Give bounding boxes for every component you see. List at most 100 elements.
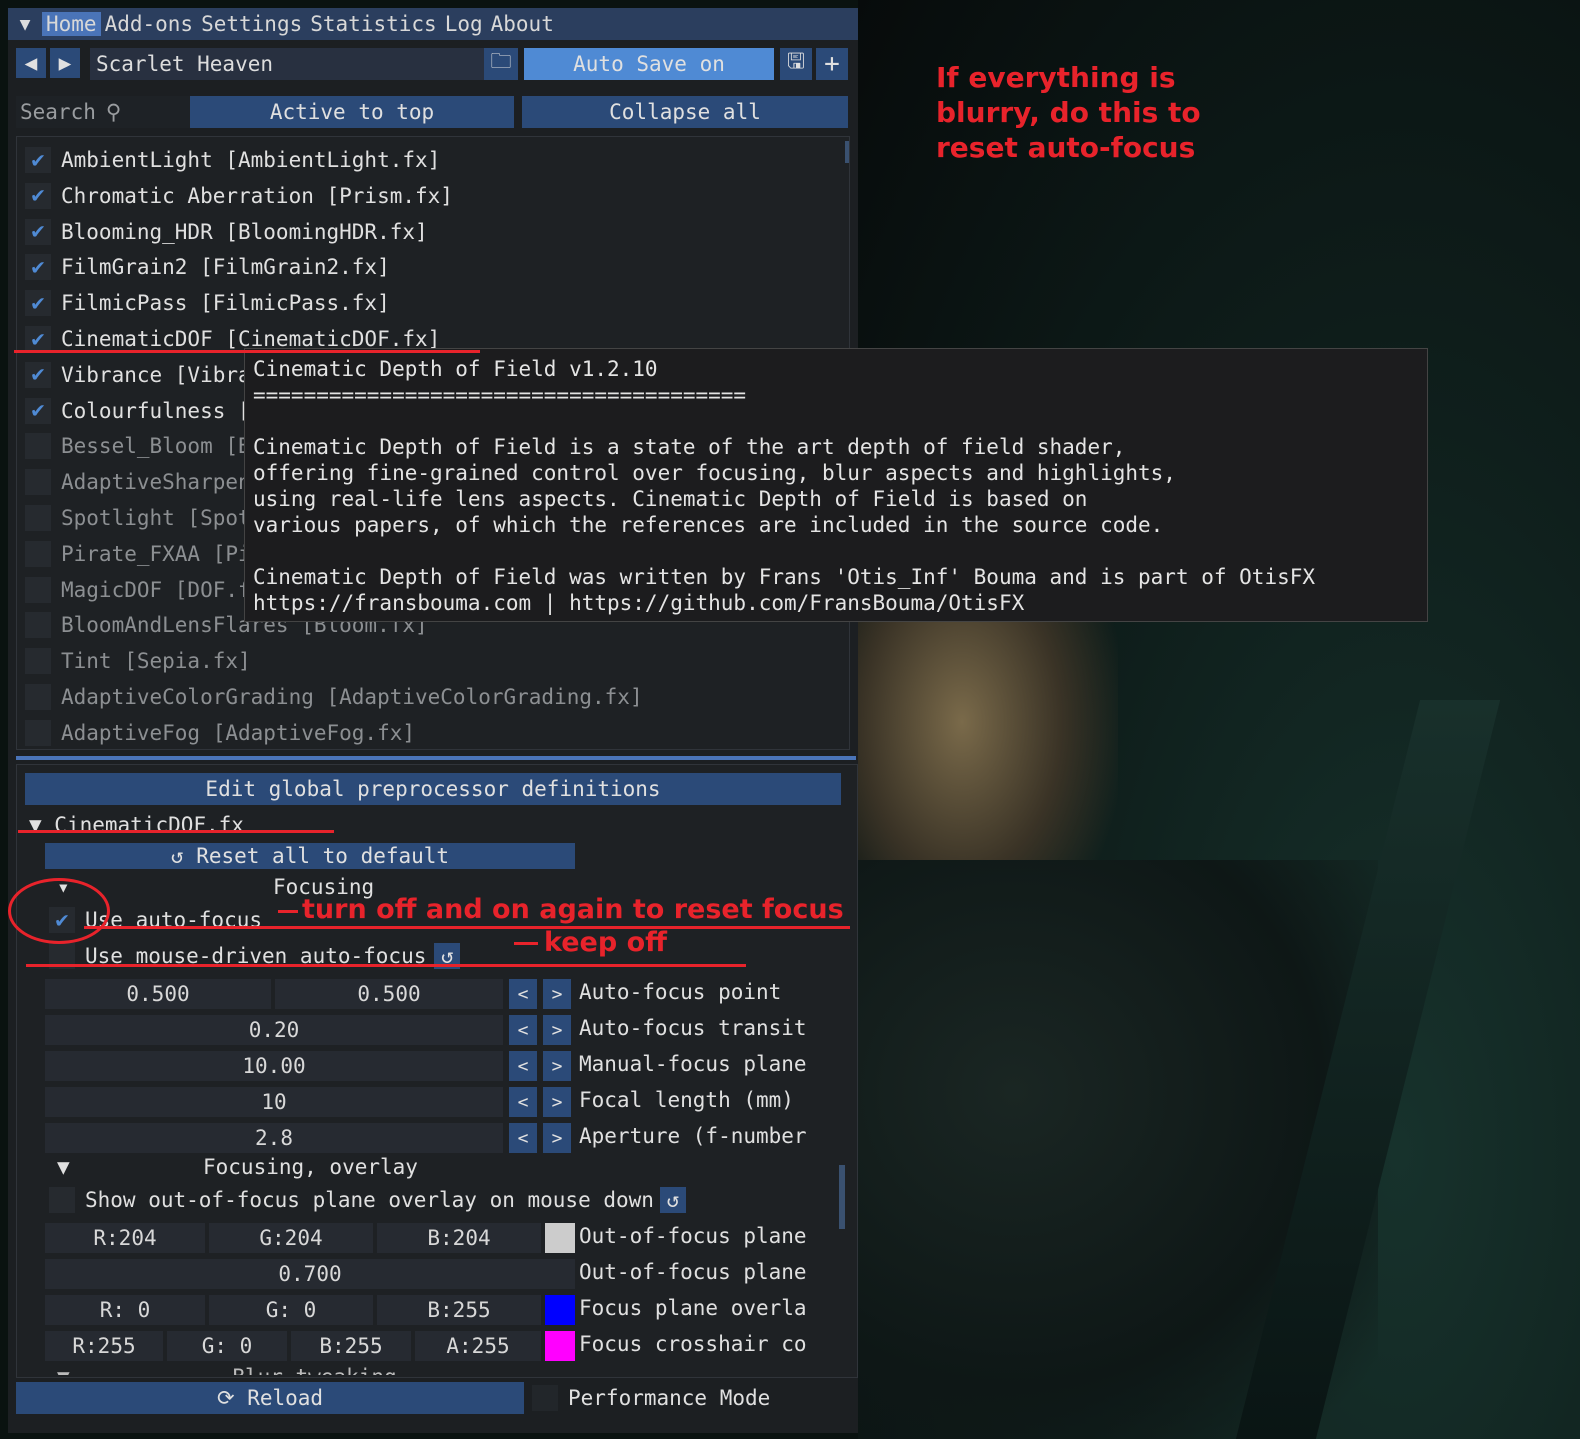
crosshair-color-a[interactable]: A:255 xyxy=(415,1331,541,1361)
edit-global-definitions-button[interactable]: Edit global preprocessor definitions xyxy=(25,773,841,805)
search-field[interactable]: Search ⚲ xyxy=(16,96,190,128)
show-overlay-label: Show out-of-focus plane overlay on mouse… xyxy=(85,1188,654,1212)
arrow-left-icon: ◀ xyxy=(24,51,38,75)
effect-row[interactable]: ✔ FilmicPass [FilmicPass.fx] xyxy=(25,288,390,318)
annotation-keep-off: keep off xyxy=(544,927,668,958)
autofocus-point-decrease[interactable]: < xyxy=(509,979,537,1009)
effect-row[interactable]: ✔ Chromatic Aberration [Prism.fx] xyxy=(25,181,453,211)
checkbox-empty-icon[interactable] xyxy=(25,684,51,710)
checkbox-empty-icon[interactable] xyxy=(25,576,51,603)
autofocus-transition-increase[interactable]: > xyxy=(543,1015,571,1045)
expand-triangle-icon: ▼ xyxy=(57,1155,70,1179)
focus-plane-color-b[interactable]: B:255 xyxy=(377,1295,541,1325)
checkmark-icon[interactable]: ✔ xyxy=(25,147,51,173)
reload-label: Reload xyxy=(247,1386,324,1410)
oof-color-g[interactable]: G:204 xyxy=(209,1223,373,1253)
add-preset-button[interactable]: + xyxy=(816,48,848,80)
focal-length-input[interactable]: 10 xyxy=(45,1087,503,1117)
oof-color-swatch[interactable] xyxy=(545,1223,575,1253)
parameters-scrollbar[interactable] xyxy=(839,1165,845,1229)
aperture-increase[interactable]: > xyxy=(543,1123,571,1153)
collapse-window-icon[interactable]: ▼ xyxy=(8,14,42,35)
active-to-top-button[interactable]: Active to top xyxy=(190,96,514,128)
oof-opacity-input[interactable]: 0.700 xyxy=(45,1259,575,1289)
reload-icon: ⟳ xyxy=(216,1386,248,1410)
aperture-decrease[interactable]: < xyxy=(509,1123,537,1153)
splitter[interactable] xyxy=(16,756,856,760)
aperture-input[interactable]: 2.8 xyxy=(45,1123,503,1153)
effect-row[interactable]: AdaptiveColorGrading [AdaptiveColorGradi… xyxy=(25,682,643,712)
checkbox-empty-icon[interactable] xyxy=(25,719,51,746)
next-preset-button[interactable]: ▶ xyxy=(50,48,80,78)
effect-list-scrollbar[interactable] xyxy=(845,141,849,163)
checkbox-empty-icon[interactable] xyxy=(25,469,51,496)
effect-row[interactable]: MagicDOF [DOF.fx] xyxy=(25,575,276,605)
open-preset-button[interactable]: 🗀 xyxy=(484,48,518,80)
crosshair-color-g[interactable]: G: 0 xyxy=(167,1331,287,1361)
effect-row[interactable]: AdaptiveFog [AdaptiveFog.fx] xyxy=(25,718,415,748)
tab-add-ons[interactable]: Add-ons xyxy=(101,12,198,36)
reset-all-label: Reset all to default xyxy=(196,844,450,868)
show-overlay-checkbox[interactable]: Show out-of-focus plane overlay on mouse… xyxy=(49,1187,686,1213)
checkmark-icon[interactable]: ✔ xyxy=(25,218,51,245)
checkmark-icon[interactable]: ✔ xyxy=(25,397,51,424)
save-preset-button[interactable]: 🖫 xyxy=(780,48,812,80)
checkmark-icon[interactable]: ✔ xyxy=(25,182,51,209)
manual-focus-plane-decrease[interactable]: < xyxy=(509,1051,537,1081)
tab-home[interactable]: Home xyxy=(42,12,101,36)
effect-section-header[interactable]: ▼ CinematicDOF.fx xyxy=(29,813,244,837)
prev-preset-button[interactable]: ◀ xyxy=(16,48,46,78)
reload-button[interactable]: ⟳ Reload xyxy=(16,1382,524,1414)
effect-row[interactable]: ✔ AmbientLight [AmbientLight.fx] xyxy=(25,145,440,175)
effect-row[interactable]: ✔ Blooming_HDR [BloomingHDR.fx] xyxy=(25,217,428,247)
focal-length-decrease[interactable]: < xyxy=(509,1087,537,1117)
aperture-label: Aperture (f-number xyxy=(579,1124,807,1148)
checkmark-icon[interactable]: ✔ xyxy=(25,254,51,281)
overlay-section[interactable]: ▼ xyxy=(57,1155,70,1179)
annotation-dash-mouse xyxy=(514,942,538,945)
crosshair-color-swatch[interactable] xyxy=(545,1331,575,1361)
checkmark-icon[interactable]: ✔ xyxy=(25,326,51,352)
tab-statistics[interactable]: Statistics xyxy=(306,12,440,36)
auto-save-button[interactable]: Auto Save on xyxy=(524,48,774,80)
crosshair-color-b[interactable]: B:255 xyxy=(291,1331,411,1361)
effect-row[interactable]: ✔ FilmGrain2 [FilmGrain2.fx] xyxy=(25,252,390,282)
checkmark-icon[interactable]: ✔ xyxy=(25,290,51,317)
annotation-underline-autofocus xyxy=(84,926,850,929)
autofocus-transition-decrease[interactable]: < xyxy=(509,1015,537,1045)
effect-row[interactable]: Tint [Sepia.fx] xyxy=(25,646,251,676)
preset-name-field[interactable]: Scarlet Heaven xyxy=(90,48,486,80)
manual-focus-plane-increase[interactable]: > xyxy=(543,1051,571,1081)
arrow-right-icon: ▶ xyxy=(58,51,72,75)
tooltip-line: using real-life lens aspects. Cinematic … xyxy=(253,487,1088,511)
blur-section[interactable]: ▼ Blur tweaking xyxy=(57,1365,397,1375)
reset-show-overlay-icon[interactable]: ↺ xyxy=(659,1187,686,1213)
checkbox-empty-icon[interactable] xyxy=(25,540,51,567)
checkmark-icon[interactable]: ✔ xyxy=(25,361,51,388)
manual-focus-plane-input[interactable]: 10.00 xyxy=(45,1051,503,1081)
performance-mode-checkbox[interactable]: Performance Mode xyxy=(532,1382,770,1414)
oof-color-b[interactable]: B:204 xyxy=(377,1223,541,1253)
autofocus-point-y[interactable]: 0.500 xyxy=(275,979,503,1009)
focal-length-increase[interactable]: > xyxy=(543,1087,571,1117)
crosshair-color-r[interactable]: R:255 xyxy=(45,1331,163,1361)
oof-color-r[interactable]: R:204 xyxy=(45,1223,205,1253)
overlay-section-title: Focusing, overlay xyxy=(203,1155,418,1179)
focus-plane-color-g[interactable]: G: 0 xyxy=(209,1295,373,1325)
tab-about[interactable]: About xyxy=(487,12,558,36)
focus-plane-color-r[interactable]: R: 0 xyxy=(45,1295,205,1325)
tab-log[interactable]: Log xyxy=(441,12,487,36)
focus-plane-color-swatch[interactable] xyxy=(545,1295,575,1325)
autofocus-point-increase[interactable]: > xyxy=(543,979,571,1009)
focal-length-label: Focal length (mm) xyxy=(579,1088,794,1112)
tooltip-line: https://fransbouma.com | https://github.… xyxy=(253,591,1025,615)
checkbox-empty-icon[interactable] xyxy=(25,505,51,531)
reset-all-button[interactable]: ↺ Reset all to default xyxy=(45,843,575,869)
autofocus-point-x[interactable]: 0.500 xyxy=(45,979,271,1009)
tab-settings[interactable]: Settings xyxy=(197,12,306,36)
checkbox-empty-icon[interactable] xyxy=(25,433,51,460)
collapse-all-button[interactable]: Collapse all xyxy=(522,96,848,128)
checkbox-empty-icon[interactable] xyxy=(25,612,51,639)
checkbox-empty-icon[interactable] xyxy=(25,648,51,675)
autofocus-transition-input[interactable]: 0.20 xyxy=(45,1015,503,1045)
